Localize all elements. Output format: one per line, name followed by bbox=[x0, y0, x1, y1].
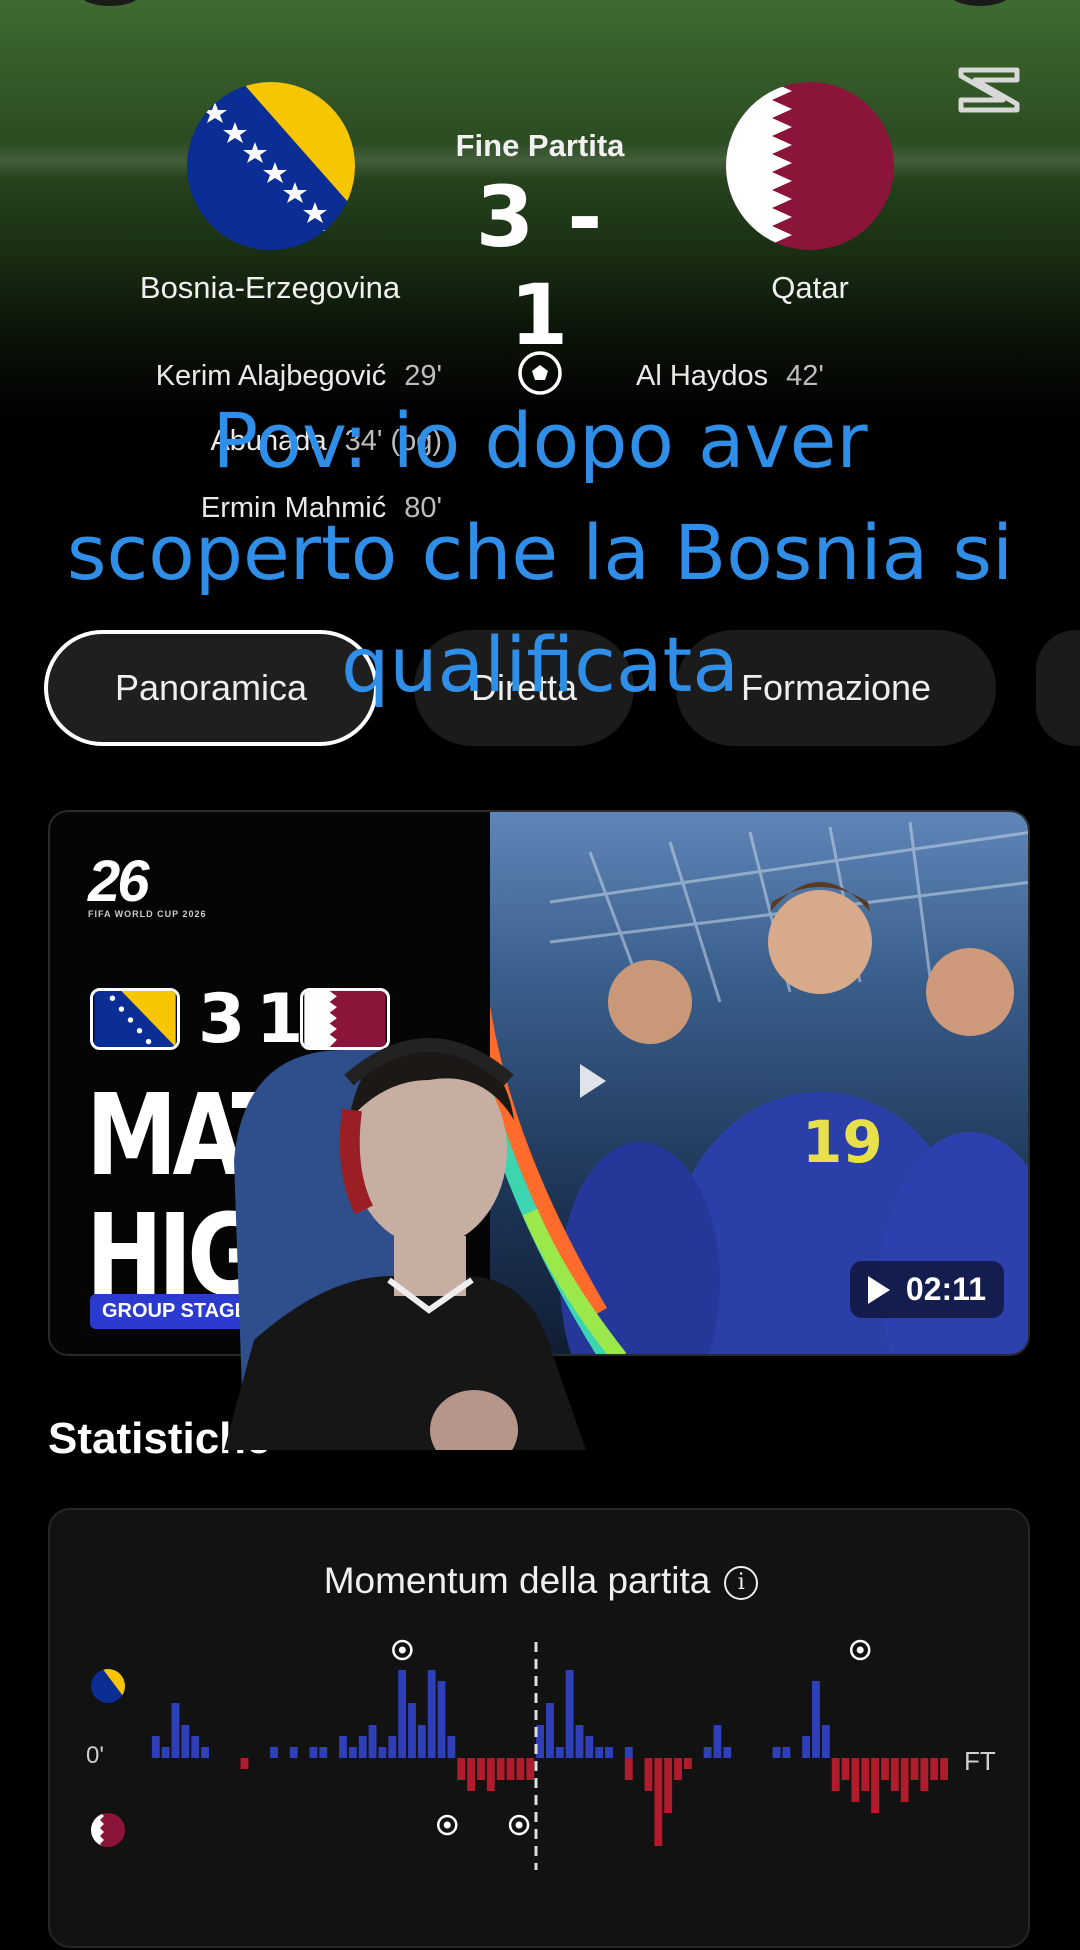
away-momentum-bar bbox=[654, 1758, 663, 1846]
away-momentum-bar bbox=[624, 1758, 633, 1780]
home-momentum-bar bbox=[201, 1747, 209, 1758]
home-momentum-bar bbox=[546, 1703, 554, 1758]
home-momentum-bar bbox=[181, 1725, 190, 1758]
away-momentum-bar bbox=[477, 1758, 485, 1780]
chart-away-flag-icon bbox=[91, 1813, 125, 1847]
home-momentum-bar bbox=[408, 1703, 416, 1758]
play-triangle-icon bbox=[867, 1275, 890, 1304]
home-momentum-bar bbox=[161, 1747, 170, 1758]
home-momentum-bar bbox=[289, 1747, 298, 1758]
home-momentum-bar bbox=[713, 1725, 722, 1758]
home-momentum-bar bbox=[595, 1747, 604, 1758]
away-momentum-bar bbox=[851, 1758, 860, 1802]
jersey-number: 19 bbox=[802, 1108, 883, 1176]
match-score: 3 - 1 bbox=[475, 168, 605, 364]
home-momentum-bar bbox=[171, 1703, 180, 1758]
home-momentum-bar bbox=[339, 1736, 347, 1758]
home-goal-ball-icon bbox=[392, 1639, 413, 1661]
away-momentum-bar bbox=[900, 1758, 909, 1802]
home-team-name[interactable]: Bosnia-Erzegovina bbox=[100, 270, 440, 306]
logo-number: 26 bbox=[88, 849, 149, 914]
away-momentum-bar bbox=[871, 1758, 880, 1813]
home-momentum-bar bbox=[565, 1670, 574, 1758]
home-momentum-bar bbox=[319, 1747, 328, 1758]
match-status: Fine Partita bbox=[455, 128, 625, 163]
home-momentum-bar bbox=[575, 1725, 584, 1758]
home-momentum-bar bbox=[378, 1747, 387, 1758]
chart-home-flag-icon bbox=[91, 1669, 125, 1703]
top-edge-button bbox=[950, 0, 1010, 6]
home-momentum-bar bbox=[812, 1681, 820, 1758]
chart-start-label: 0' bbox=[86, 1742, 104, 1769]
home-momentum-bar bbox=[358, 1736, 367, 1758]
away-momentum-bar bbox=[674, 1758, 682, 1780]
home-momentum-bar bbox=[348, 1747, 357, 1758]
away-momentum-bar bbox=[486, 1758, 495, 1791]
home-momentum-bar bbox=[585, 1736, 594, 1758]
world-cup-logo: 26 FIFA WORLD CUP 2026 bbox=[88, 848, 207, 919]
thumb-home-flag bbox=[90, 988, 180, 1050]
away-momentum-bar bbox=[644, 1758, 653, 1791]
home-momentum-bar bbox=[782, 1747, 791, 1758]
home-momentum-bar bbox=[368, 1725, 377, 1758]
capcut-watermark-icon bbox=[958, 67, 1020, 113]
momentum-card: Momentum della partita i 0' FT bbox=[48, 1508, 1030, 1948]
momentum-bars bbox=[151, 1670, 948, 1846]
away-momentum-bar bbox=[861, 1758, 870, 1791]
away-momentum-bar bbox=[930, 1758, 939, 1780]
home-momentum-bar bbox=[555, 1747, 564, 1758]
away-momentum-bar bbox=[683, 1758, 692, 1769]
home-momentum-bar bbox=[723, 1747, 732, 1758]
home-momentum-bar bbox=[191, 1736, 200, 1758]
away-momentum-bar bbox=[664, 1758, 673, 1813]
home-momentum-bar bbox=[447, 1736, 456, 1758]
home-momentum-bar bbox=[388, 1736, 397, 1758]
away-momentum-bar bbox=[457, 1758, 466, 1780]
home-momentum-bar bbox=[605, 1747, 613, 1758]
home-momentum-bar bbox=[624, 1747, 633, 1758]
home-momentum-bar bbox=[151, 1736, 160, 1758]
away-team-name[interactable]: Qatar bbox=[710, 270, 910, 306]
momentum-chart bbox=[91, 1639, 948, 1870]
home-momentum-bar bbox=[398, 1670, 407, 1758]
away-momentum-bar bbox=[841, 1758, 850, 1780]
video-duration: 02:11 bbox=[849, 1261, 1004, 1318]
tab-more[interactable] bbox=[1036, 630, 1080, 746]
home-goal-ball-icon bbox=[849, 1639, 871, 1661]
logo-subtitle: FIFA WORLD CUP 2026 bbox=[88, 909, 207, 919]
overlay-caption: Pov: io dopo aver scoperto che la Bosnia… bbox=[66, 396, 1014, 709]
away-momentum-bar bbox=[516, 1758, 525, 1780]
away-goal-ball-icon bbox=[436, 1814, 458, 1836]
away-momentum-bar bbox=[496, 1758, 505, 1780]
away-momentum-bar bbox=[881, 1758, 889, 1780]
away-team-flag[interactable] bbox=[726, 82, 894, 250]
home-momentum-bar bbox=[802, 1736, 811, 1758]
away-momentum-bar bbox=[910, 1758, 919, 1780]
away-momentum-bar bbox=[240, 1758, 249, 1769]
home-momentum-bar bbox=[309, 1747, 318, 1758]
duration-text: 02:11 bbox=[905, 1271, 986, 1307]
home-momentum-bar bbox=[821, 1725, 830, 1758]
home-momentum-bar bbox=[417, 1725, 426, 1758]
home-momentum-bar bbox=[772, 1747, 781, 1758]
away-momentum-bar bbox=[831, 1758, 840, 1791]
match-header: Bosnia-Erzegovina Fine Partita 3 - 1 Qat… bbox=[0, 0, 1080, 524]
webcam-overlay bbox=[224, 1010, 586, 1450]
home-momentum-bar bbox=[270, 1747, 278, 1758]
home-momentum-bar bbox=[437, 1681, 446, 1758]
home-team-flag[interactable] bbox=[187, 82, 355, 250]
goal-markers bbox=[392, 1639, 871, 1836]
chart-end-label: FT bbox=[964, 1746, 996, 1776]
away-momentum-bar bbox=[526, 1758, 535, 1780]
home-momentum-bar bbox=[703, 1747, 712, 1758]
away-momentum-bar bbox=[890, 1758, 899, 1791]
away-momentum-bar bbox=[467, 1758, 476, 1791]
away-momentum-bar bbox=[920, 1758, 929, 1791]
away-momentum-bar bbox=[940, 1758, 948, 1780]
away-goal-ball-icon bbox=[508, 1814, 530, 1836]
home-momentum-bar bbox=[427, 1670, 436, 1758]
away-momentum-bar bbox=[506, 1758, 515, 1780]
top-edge-button bbox=[80, 0, 140, 6]
